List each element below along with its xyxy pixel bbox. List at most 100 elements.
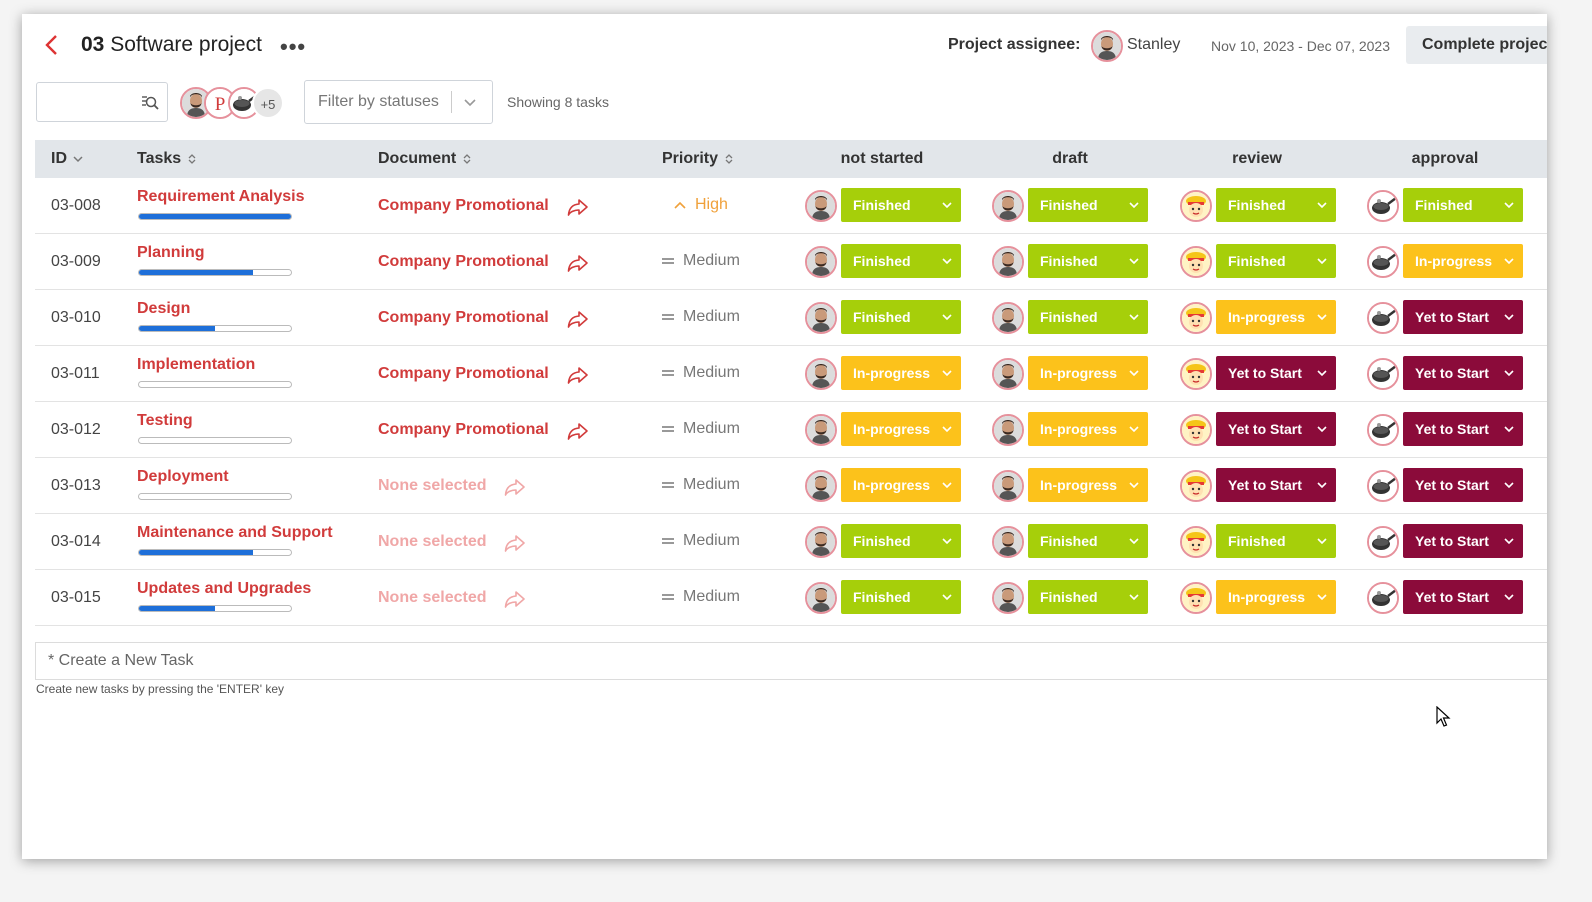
document-link[interactable]: None selected [378, 533, 486, 551]
status-dropdown[interactable]: Finished [1028, 244, 1148, 278]
status-dropdown[interactable]: In-progress [1403, 244, 1523, 278]
status-dropdown[interactable]: Yet to Start [1216, 412, 1336, 446]
search-input[interactable] [36, 82, 168, 122]
stage-assignee-avatar[interactable] [805, 358, 837, 390]
share-icon[interactable] [504, 477, 526, 497]
status-dropdown[interactable]: In-progress [1216, 300, 1336, 334]
stage-assignee-avatar[interactable] [805, 582, 837, 614]
task-name-link[interactable]: Planning [137, 244, 205, 262]
stage-assignee-avatar[interactable] [1180, 414, 1212, 446]
column-document[interactable]: Document [378, 150, 472, 168]
priority-indicator[interactable]: Medium [661, 252, 740, 270]
document-link[interactable]: Company Promotional [378, 365, 549, 383]
stage-assignee-avatar[interactable] [1367, 246, 1399, 278]
stage-assignee-avatar[interactable] [1180, 358, 1212, 390]
stage-assignee-avatar[interactable] [1180, 582, 1212, 614]
stage-assignee-avatar[interactable] [992, 470, 1024, 502]
task-name-link[interactable]: Updates and Upgrades [137, 580, 311, 598]
share-icon[interactable] [567, 365, 589, 385]
status-dropdown[interactable]: Finished [841, 244, 961, 278]
search-icon[interactable] [141, 94, 159, 112]
stage-assignee-avatar[interactable] [805, 302, 837, 334]
status-dropdown[interactable]: Finished [841, 188, 961, 222]
task-name-link[interactable]: Requirement Analysis [137, 188, 304, 206]
stage-assignee-avatar[interactable] [805, 414, 837, 446]
stage-assignee-avatar[interactable] [992, 302, 1024, 334]
status-dropdown[interactable]: Finished [1028, 188, 1148, 222]
status-dropdown[interactable]: Yet to Start [1403, 356, 1523, 390]
stage-assignee-avatar[interactable] [805, 470, 837, 502]
more-members-badge[interactable]: +5 [252, 87, 284, 119]
task-name-link[interactable]: Testing [137, 412, 193, 430]
status-dropdown[interactable]: Finished [1216, 188, 1336, 222]
document-link[interactable]: Company Promotional [378, 253, 549, 271]
stage-assignee-avatar[interactable] [992, 526, 1024, 558]
status-dropdown[interactable]: Yet to Start [1216, 356, 1336, 390]
stage-assignee-avatar[interactable] [992, 358, 1024, 390]
member-avatars[interactable]: P +5 [180, 87, 290, 119]
stage-assignee-avatar[interactable] [992, 190, 1024, 222]
share-icon[interactable] [567, 253, 589, 273]
status-dropdown[interactable]: Finished [841, 524, 961, 558]
share-icon[interactable] [567, 309, 589, 329]
document-link[interactable]: Company Promotional [378, 197, 549, 215]
status-dropdown[interactable]: Yet to Start [1403, 524, 1523, 558]
status-dropdown[interactable]: In-progress [1216, 580, 1336, 614]
status-dropdown[interactable]: Finished [1216, 524, 1336, 558]
document-link[interactable]: Company Promotional [378, 309, 549, 327]
status-dropdown[interactable]: In-progress [1028, 356, 1148, 390]
task-name-link[interactable]: Maintenance and Support [137, 524, 333, 542]
priority-indicator[interactable]: Medium [661, 532, 740, 550]
assignee-avatar[interactable] [1091, 30, 1123, 62]
status-dropdown[interactable]: Yet to Start [1403, 300, 1523, 334]
stage-assignee-avatar[interactable] [992, 414, 1024, 446]
stage-assignee-avatar[interactable] [992, 582, 1024, 614]
task-name-link[interactable]: Implementation [137, 356, 255, 374]
status-dropdown[interactable]: In-progress [841, 412, 961, 446]
status-dropdown[interactable]: Finished [841, 300, 961, 334]
column-id[interactable]: ID [51, 150, 83, 168]
status-dropdown[interactable]: Yet to Start [1403, 412, 1523, 446]
complete-project-button[interactable]: Complete project [1406, 26, 1547, 64]
stage-assignee-avatar[interactable] [1367, 302, 1399, 334]
status-dropdown[interactable]: Finished [1028, 300, 1148, 334]
stage-assignee-avatar[interactable] [1367, 414, 1399, 446]
stage-assignee-avatar[interactable] [1367, 526, 1399, 558]
stage-assignee-avatar[interactable] [992, 246, 1024, 278]
status-dropdown[interactable]: Finished [1403, 188, 1523, 222]
stage-assignee-avatar[interactable] [1180, 470, 1212, 502]
stage-assignee-avatar[interactable] [1180, 246, 1212, 278]
priority-indicator[interactable]: High [673, 196, 728, 214]
status-dropdown[interactable]: Finished [1028, 580, 1148, 614]
priority-indicator[interactable]: Medium [661, 364, 740, 382]
back-arrow-icon[interactable] [42, 34, 64, 56]
status-dropdown[interactable]: Finished [1028, 524, 1148, 558]
status-dropdown[interactable]: Finished [1216, 244, 1336, 278]
stage-assignee-avatar[interactable] [805, 526, 837, 558]
status-dropdown[interactable]: Finished [841, 580, 961, 614]
document-link[interactable]: None selected [378, 589, 486, 607]
column-priority[interactable]: Priority [662, 150, 734, 168]
share-icon[interactable] [504, 589, 526, 609]
status-dropdown[interactable]: Yet to Start [1403, 580, 1523, 614]
status-dropdown[interactable]: In-progress [1028, 412, 1148, 446]
document-link[interactable]: Company Promotional [378, 421, 549, 439]
document-link[interactable]: None selected [378, 477, 486, 495]
more-options-icon[interactable]: ••• [280, 34, 306, 60]
stage-assignee-avatar[interactable] [1367, 470, 1399, 502]
priority-indicator[interactable]: Medium [661, 420, 740, 438]
status-dropdown[interactable]: Yet to Start [1216, 468, 1336, 502]
task-name-link[interactable]: Design [137, 300, 190, 318]
share-icon[interactable] [567, 421, 589, 441]
task-name-link[interactable]: Deployment [137, 468, 229, 486]
new-task-input[interactable]: * Create a New Task [35, 642, 1547, 680]
status-dropdown[interactable]: In-progress [1028, 468, 1148, 502]
share-icon[interactable] [504, 533, 526, 553]
priority-indicator[interactable]: Medium [661, 476, 740, 494]
priority-indicator[interactable]: Medium [661, 588, 740, 606]
stage-assignee-avatar[interactable] [1367, 190, 1399, 222]
status-filter-dropdown[interactable]: Filter by statuses [304, 80, 493, 124]
stage-assignee-avatar[interactable] [1180, 302, 1212, 334]
stage-assignee-avatar[interactable] [1180, 526, 1212, 558]
status-dropdown[interactable]: In-progress [841, 356, 961, 390]
